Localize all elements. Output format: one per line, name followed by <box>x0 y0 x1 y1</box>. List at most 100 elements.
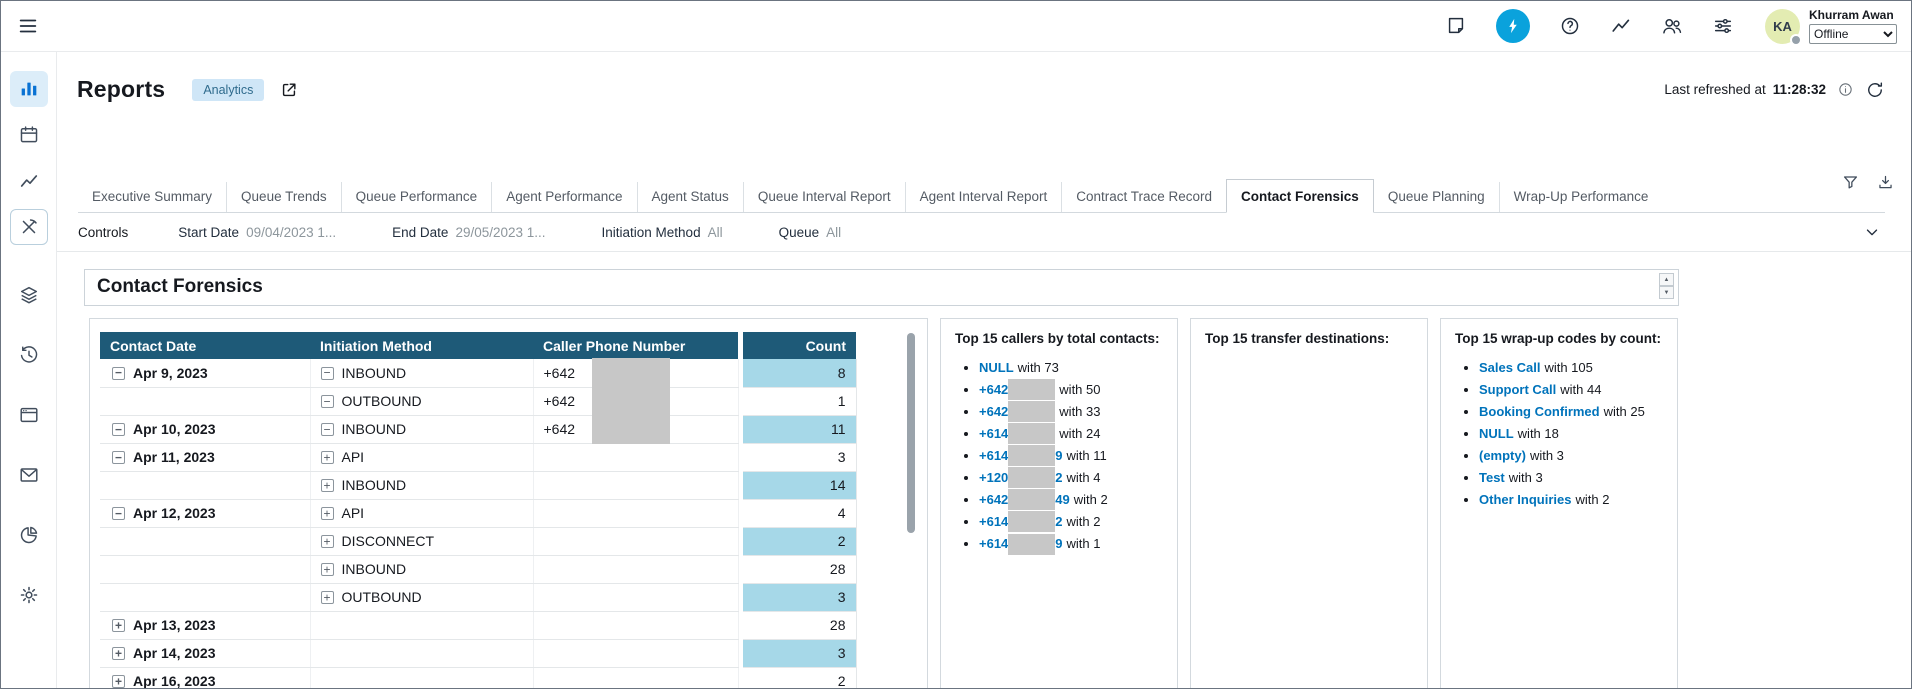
contact-date: Apr 14, 2023 <box>133 645 216 661</box>
initiation-method: DISCONNECT <box>342 533 435 549</box>
sidebar-item-line-chart[interactable] <box>10 163 48 199</box>
wrap-up-link[interactable]: Support Call <box>1479 382 1556 397</box>
caller-phone: +642 <box>544 365 576 381</box>
list-item: (empty)with 3 <box>1479 445 1665 467</box>
redacted-number-block <box>1008 534 1055 555</box>
sidebar-item-calendar[interactable] <box>10 117 48 153</box>
tab-queue-performance[interactable]: Queue Performance <box>341 182 492 212</box>
sidebar-item-history[interactable] <box>10 337 48 373</box>
expand-toggle-icon[interactable] <box>321 591 334 604</box>
panel-top-callers: Top 15 callers by total contacts: NULLwi… <box>940 318 1178 688</box>
caller-link[interactable]: +614 <box>979 426 1008 441</box>
expand-toggle-icon[interactable] <box>321 451 334 464</box>
tab-queue-planning[interactable]: Queue Planning <box>1374 182 1499 212</box>
count-cell: 3 <box>743 639 856 667</box>
sidebar-item-window[interactable] <box>10 397 48 433</box>
feedback-note-icon[interactable] <box>1445 15 1467 37</box>
download-icon[interactable] <box>1876 173 1895 192</box>
chevron-down-icon[interactable] <box>1863 223 1881 241</box>
sidebar-item-mail[interactable] <box>10 457 48 493</box>
sliders-icon[interactable] <box>1712 15 1734 37</box>
wrap-up-link[interactable]: Test <box>1479 470 1505 485</box>
sidebar-item-tools[interactable] <box>10 209 48 245</box>
avatar[interactable]: KA <box>1765 9 1800 44</box>
caller-link[interactable]: +642 <box>979 492 1008 507</box>
control-initiation-method[interactable]: Initiation MethodAll <box>602 225 723 240</box>
wrap-up-link[interactable]: Booking Confirmed <box>1479 404 1600 419</box>
contact-date: Apr 12, 2023 <box>133 505 216 521</box>
control-end-date[interactable]: End Date29/05/2023 1... <box>392 225 545 240</box>
sidebar <box>1 52 57 688</box>
collapse-toggle-icon[interactable] <box>112 507 125 520</box>
users-icon[interactable] <box>1661 15 1683 37</box>
expand-toggle-icon[interactable] <box>321 563 334 576</box>
control-queue[interactable]: QueueAll <box>779 225 842 240</box>
table-row: Apr 16, 2023 2 <box>100 667 856 688</box>
caller-link[interactable]: +614 <box>979 536 1008 551</box>
tab-queue-trends[interactable]: Queue Trends <box>226 182 341 212</box>
caller-link[interactable]: +614 <box>979 448 1008 463</box>
tab-agent-status[interactable]: Agent Status <box>637 182 743 212</box>
collapse-toggle-icon[interactable] <box>112 367 125 380</box>
control-start-date[interactable]: Start Date09/04/2023 1... <box>178 225 336 240</box>
collapse-toggle-icon[interactable] <box>112 423 125 436</box>
caller-link[interactable]: NULL <box>979 360 1014 375</box>
expand-toggle-icon[interactable] <box>321 479 334 492</box>
sidebar-item-pie-chart[interactable] <box>10 517 48 553</box>
count-cell: 8 <box>743 359 856 387</box>
step-down-icon[interactable] <box>1659 286 1674 299</box>
expand-toggle-icon[interactable] <box>321 507 334 520</box>
pivot-table: Contact Date Initiation Method Caller Ph… <box>100 332 857 688</box>
lightning-icon[interactable] <box>1496 9 1530 43</box>
expand-toggle-icon[interactable] <box>112 675 125 688</box>
metrics-chart-icon[interactable] <box>1610 15 1632 37</box>
collapse-toggle-icon[interactable] <box>112 451 125 464</box>
tab-agent-performance[interactable]: Agent Performance <box>491 182 636 212</box>
wrap-up-link[interactable]: Other Inquiries <box>1479 492 1571 507</box>
table-row: OUTBOUND 3 <box>100 583 856 611</box>
external-link-icon[interactable] <box>279 80 299 100</box>
filter-icon[interactable] <box>1841 173 1860 192</box>
collapse-toggle-icon[interactable] <box>321 423 334 436</box>
controls-label: Controls <box>78 225 128 240</box>
list-item: Other Inquirieswith 2 <box>1479 489 1665 511</box>
table-scrollbar[interactable] <box>907 333 915 533</box>
expand-toggle-icon[interactable] <box>112 619 125 632</box>
tab-wrap-up-performance[interactable]: Wrap-Up Performance <box>1499 182 1663 212</box>
status-select[interactable]: Offline <box>1809 24 1897 44</box>
caller-link[interactable]: +614 <box>979 514 1008 529</box>
info-icon[interactable] <box>1837 81 1854 98</box>
expand-toggle-icon[interactable] <box>321 535 334 548</box>
count-cell: 4 <box>743 499 856 527</box>
page-title: Reports <box>77 76 165 103</box>
tab-executive-summary[interactable]: Executive Summary <box>78 182 226 212</box>
sheet-stepper <box>1659 273 1674 299</box>
app-window: KA Khurram Awan Offline <box>0 0 1912 689</box>
wrap-up-link[interactable]: (empty) <box>1479 448 1526 463</box>
initiation-method: INBOUND <box>342 561 407 577</box>
wrap-up-link[interactable]: Sales Call <box>1479 360 1540 375</box>
step-up-icon[interactable] <box>1659 273 1674 286</box>
tab-contact-forensics[interactable]: Contact Forensics <box>1226 179 1374 213</box>
sidebar-item-analytics[interactable] <box>10 71 48 107</box>
help-icon[interactable] <box>1559 15 1581 37</box>
caller-link[interactable]: +642 <box>979 404 1008 419</box>
caller-link[interactable]: +120 <box>979 470 1008 485</box>
list-item: +6149with 11 <box>979 445 1165 467</box>
tab-agent-interval-report[interactable]: Agent Interval Report <box>905 182 1062 212</box>
refreshed-label: Last refreshed at <box>1664 82 1765 97</box>
collapse-toggle-icon[interactable] <box>321 367 334 380</box>
tab-contract-trace-record[interactable]: Contract Trace Record <box>1061 182 1226 212</box>
dashboard-content: Contact Date Initiation Method Caller Ph… <box>89 318 1911 688</box>
caller-link[interactable]: +642 <box>979 382 1008 397</box>
collapse-toggle-icon[interactable] <box>321 395 334 408</box>
wrap-up-link[interactable]: NULL <box>1479 426 1514 441</box>
sidebar-item-layers[interactable] <box>10 277 48 313</box>
expand-toggle-icon[interactable] <box>112 647 125 660</box>
refresh-icon[interactable] <box>1865 80 1885 100</box>
sidebar-item-settings[interactable] <box>10 577 48 613</box>
window-icon <box>18 404 40 426</box>
sheet-title-bar: Contact Forensics <box>84 269 1679 306</box>
tab-queue-interval-report[interactable]: Queue Interval Report <box>743 182 905 212</box>
hamburger-menu-icon[interactable] <box>14 12 42 40</box>
